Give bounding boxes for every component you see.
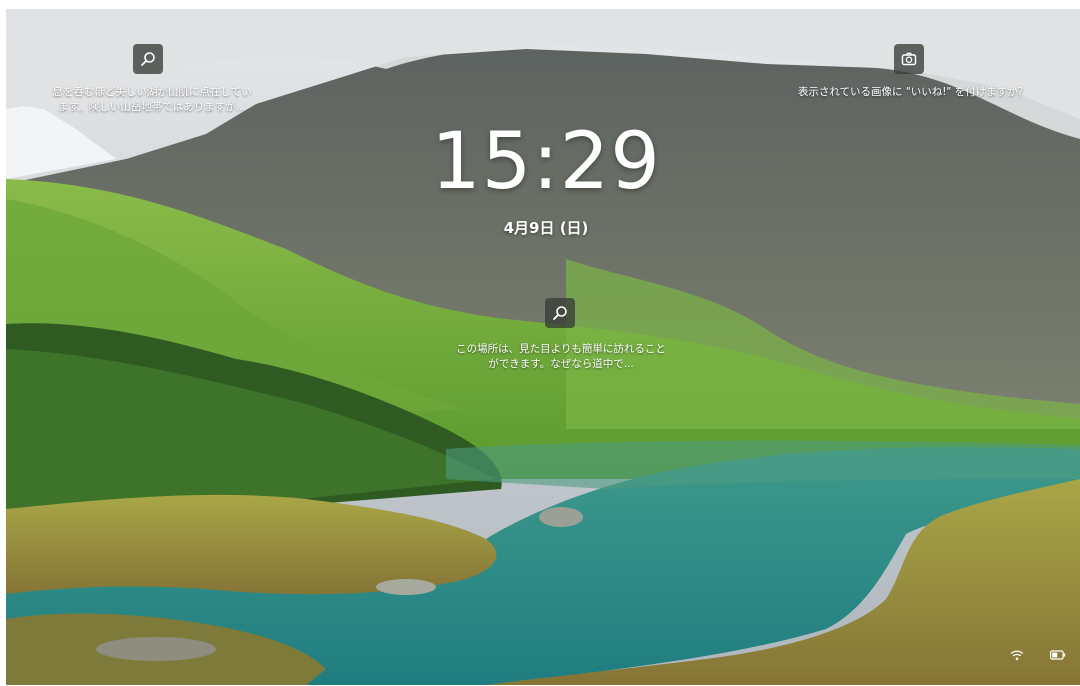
wifi-icon[interactable] (1010, 649, 1024, 661)
hotspot-center-button[interactable] (545, 298, 575, 328)
hotspot-right-text[interactable]: 表示されている画像に "いいね!" を付けますか? (768, 85, 1053, 100)
hotspot-left-text[interactable]: 息を呑むほど美しい湖が山肌に点在してい ます。険しい山岳地帯ではありますが... (32, 85, 272, 115)
hotspot-center-text[interactable]: この場所は、見た目よりも簡単に訪れること ができます。なぜなら道中で... (436, 342, 686, 372)
search-icon (553, 306, 567, 320)
hotspot-left-button[interactable] (133, 44, 163, 74)
search-icon (141, 52, 155, 66)
lock-screen[interactable]: 息を呑むほど美しい湖が山肌に点在してい ます。険しい山岳地帯ではありますが...… (6, 9, 1080, 685)
lock-screen-clock: 15:29 (431, 117, 661, 207)
battery-icon[interactable] (1050, 650, 1066, 660)
lock-screen-date: 4月9日 (日) (503, 219, 589, 237)
camera-icon (901, 52, 917, 66)
hotspot-right-button[interactable] (894, 44, 924, 74)
